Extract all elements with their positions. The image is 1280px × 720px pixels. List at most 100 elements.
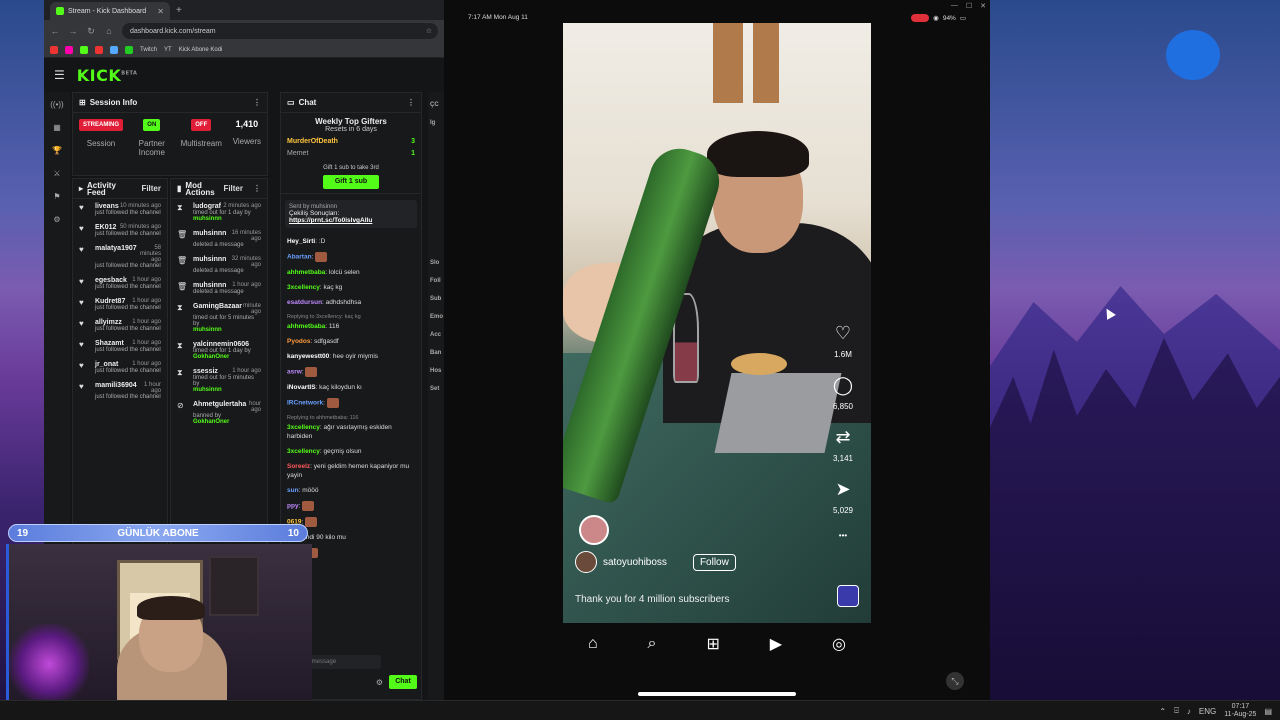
reels-icon[interactable]: ▶ <box>770 634 782 654</box>
chat-username[interactable]: IRCnetwork <box>287 400 323 407</box>
notifications-icon[interactable]: ▤ <box>1264 707 1272 716</box>
chat-username[interactable]: ahhmetbaba <box>287 269 325 276</box>
close-icon[interactable]: ✕ <box>980 2 986 10</box>
forward-icon[interactable]: → <box>68 26 78 36</box>
chat-username[interactable]: sun <box>287 487 299 494</box>
trophy-icon[interactable]: 🏆 <box>52 146 62 155</box>
tray-overflow-icon[interactable]: ⌃ <box>1159 707 1166 716</box>
chat-username[interactable]: ppy <box>287 503 299 510</box>
community-icon[interactable]: ⚑ <box>53 192 60 201</box>
stream-icon[interactable]: ((•)) <box>50 100 63 109</box>
tab-kick-dashboard[interactable]: Stream - Kick Dashboard ✕ <box>50 2 170 20</box>
chat-username[interactable]: asrw <box>287 369 302 376</box>
bookmark-icon[interactable] <box>50 45 58 54</box>
search-icon[interactable]: ⌕ <box>648 635 657 653</box>
clock[interactable]: 07:17 11-Aug-25 <box>1224 703 1256 719</box>
follow-button[interactable]: Follow <box>692 553 736 571</box>
bookmark-kick-abone[interactable]: Kick Abone Kodi <box>179 47 223 53</box>
mod-target-username[interactable]: yalcinnemin0606 <box>193 341 249 348</box>
bookmark-icon[interactable] <box>110 45 118 54</box>
gifter-name[interactable]: MurderOfDeath <box>287 138 338 145</box>
home-icon[interactable]: ⌂ <box>104 26 114 36</box>
mod-target-username[interactable]: muhsinnn <box>193 256 226 268</box>
maximize-icon[interactable]: ☐ <box>966 2 972 10</box>
audio-track-icon[interactable] <box>837 585 859 607</box>
chat-username[interactable]: iNovartIS <box>287 384 316 391</box>
chat-username[interactable]: Pyodos <box>287 338 310 345</box>
mod-action-by[interactable]: muhsinnn <box>193 216 261 222</box>
bookmark-icon[interactable] <box>65 45 73 54</box>
repost-icon[interactable]: ⇄ <box>835 427 850 448</box>
bookmark-icon[interactable] <box>95 45 103 54</box>
chat-settings-icon[interactable]: ⚙ <box>376 678 383 687</box>
bookmark-yt[interactable]: YT <box>164 47 172 53</box>
gifter-name[interactable]: Memet <box>287 150 308 157</box>
pinned-link[interactable]: https://prnt.sc/To0islvgAllu <box>289 217 413 224</box>
mod-target-username[interactable]: Ahmetgulertaha <box>193 401 246 413</box>
more-options-icon[interactable]: ••• <box>839 531 847 540</box>
reel-caption[interactable]: Thank you for 4 million subscribers <box>575 594 730 605</box>
chat-username[interactable]: esatdursun <box>287 299 322 306</box>
mod-target-username[interactable]: muhsinnn <box>193 230 226 242</box>
chat-username[interactable]: Soreelz <box>287 463 310 470</box>
back-icon[interactable]: ← <box>50 26 60 36</box>
home-icon[interactable]: ⌂ <box>588 635 598 653</box>
activity-username[interactable]: egesback <box>95 277 127 284</box>
create-post-icon[interactable]: ⊞ <box>706 634 719 654</box>
hamburger-menu-icon[interactable]: ☰ <box>54 68 65 82</box>
settings-icon[interactable]: ⚙ <box>53 215 60 224</box>
mod-action-by[interactable]: muhsinnn <box>193 387 261 393</box>
mod-more-icon[interactable]: ⋮ <box>253 184 261 193</box>
chat-username[interactable]: Abartan <box>287 254 312 261</box>
mod-action-by[interactable]: GokhanOner <box>193 419 261 425</box>
url-field[interactable]: dashboard.kick.com/stream ☆ <box>122 23 438 39</box>
chat-username[interactable]: 3xcellency <box>287 284 320 291</box>
minimize-icon[interactable]: — <box>951 2 958 10</box>
activity-username[interactable]: allyimzz <box>95 319 122 326</box>
mod-target-username[interactable]: ssessiz <box>193 368 218 375</box>
bookmark-icon[interactable] <box>125 45 133 54</box>
mod-target-username[interactable]: GamingBazaar <box>193 303 242 315</box>
mod-target-username[interactable]: muhsinnn <box>193 282 226 289</box>
gift-sub-button[interactable]: Gift 1 sub <box>323 175 379 189</box>
more-options-icon[interactable]: ⋮ <box>253 98 261 107</box>
home-indicator[interactable] <box>638 692 796 696</box>
activity-username[interactable]: Shazamt <box>95 340 124 347</box>
mod-target-username[interactable]: ludograf <box>193 203 221 210</box>
mod-action-by[interactable]: GokhanOner <box>193 354 261 360</box>
bookmark-star-icon[interactable]: ☆ <box>426 27 432 35</box>
chat-username[interactable]: 3xcellency <box>287 424 320 431</box>
activity-username[interactable]: liveans <box>95 203 119 210</box>
kick-logo[interactable]: KICKBETA <box>77 66 138 85</box>
chat-username[interactable]: 3xcellency <box>287 448 320 455</box>
collapse-icon[interactable]: ⤡ <box>946 672 964 690</box>
bookmark-twitch[interactable]: Twitch <box>140 47 157 53</box>
chat-username[interactable]: Hey_Sirti <box>287 238 315 245</box>
close-tab-icon[interactable]: ✕ <box>157 7 164 16</box>
chat-username[interactable]: kanyewestt00 <box>287 353 329 360</box>
reel-video[interactable]: ♡ 1.6M ◯ 6,850 ⇄ 3,141 ➤ 5,029 ••• satoy… <box>563 23 871 623</box>
activity-username[interactable]: malatya1907 <box>95 245 137 263</box>
activity-filter-button[interactable]: Filter <box>141 184 161 193</box>
share-send-icon[interactable]: ➤ <box>835 479 850 500</box>
bookmark-icon[interactable] <box>80 45 88 54</box>
new-tab-button[interactable]: + <box>176 5 182 16</box>
activity-username[interactable]: Kudret87 <box>95 298 125 305</box>
volume-icon[interactable]: ♪ <box>1187 707 1191 716</box>
activity-username[interactable]: jr_onat <box>95 361 118 368</box>
chat-send-button[interactable]: Chat <box>389 675 417 689</box>
comment-icon[interactable]: ◯ <box>833 375 853 396</box>
reaction-avatar[interactable] <box>579 515 609 545</box>
like-heart-icon[interactable]: ♡ <box>835 323 851 344</box>
activity-username[interactable]: EK012 <box>95 224 116 231</box>
author-username[interactable]: satoyuohiboss <box>603 557 667 568</box>
author-avatar[interactable] <box>575 551 597 573</box>
network-icon[interactable]: ⌹ <box>1174 706 1179 716</box>
moderation-icon[interactable]: ⚔ <box>53 169 60 178</box>
chat-more-icon[interactable]: ⋮ <box>407 98 415 107</box>
chat-username[interactable]: ahhmetbaba <box>287 323 325 330</box>
activity-username[interactable]: mamili36904 <box>95 382 137 394</box>
mod-action-by[interactable]: muhsinnn <box>193 327 261 333</box>
reload-icon[interactable]: ↻ <box>86 26 96 37</box>
language-indicator[interactable]: ENG <box>1199 707 1216 716</box>
